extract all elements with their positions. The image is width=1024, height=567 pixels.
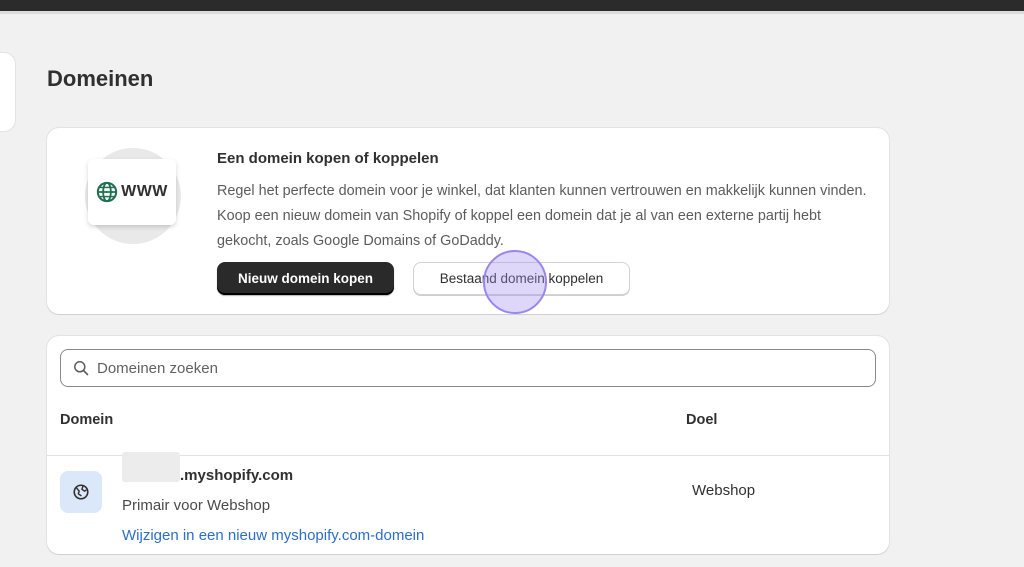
sidebar-edge — [0, 52, 16, 132]
search-field[interactable] — [60, 349, 876, 387]
search-icon — [74, 361, 89, 376]
column-header-domain: Domein — [60, 412, 114, 428]
table-header: Domein Doel — [47, 406, 889, 456]
globe-icon — [73, 484, 89, 500]
domain-promo-card: WWW Een domein kopen of koppelen Regel h… — [47, 128, 889, 314]
search-input[interactable] — [97, 359, 857, 377]
domain-name: .myshopify.com — [180, 467, 294, 484]
www-illustration: WWW — [88, 159, 176, 225]
globe-icon — [96, 181, 118, 203]
promo-description: Regel het perfecte domein voor je winkel… — [217, 183, 867, 249]
www-label: WWW — [121, 183, 168, 200]
domain-primary-label: Primair voor Webshop — [122, 497, 271, 514]
column-header-purpose: Doel — [686, 412, 718, 428]
buy-new-domain-button[interactable]: Nieuw domein kopen — [217, 262, 394, 295]
page-title: Domeinen — [47, 66, 154, 91]
domain-icon-box — [60, 471, 102, 513]
top-bar — [0, 0, 1024, 14]
change-myshopify-domain-link[interactable]: Wijzigen in een nieuw myshopify.com-dome… — [122, 527, 424, 544]
domain-purpose: Webshop — [692, 482, 756, 499]
domains-list-card: Domein Doel .myshopify.com Primair voor … — [47, 336, 889, 554]
promo-title: Een domein kopen of koppelen — [217, 150, 439, 167]
table-row[interactable]: .myshopify.com Primair voor Webshop Wijz… — [47, 452, 889, 554]
click-indicator — [483, 250, 547, 314]
redacted-store-name — [122, 452, 180, 482]
